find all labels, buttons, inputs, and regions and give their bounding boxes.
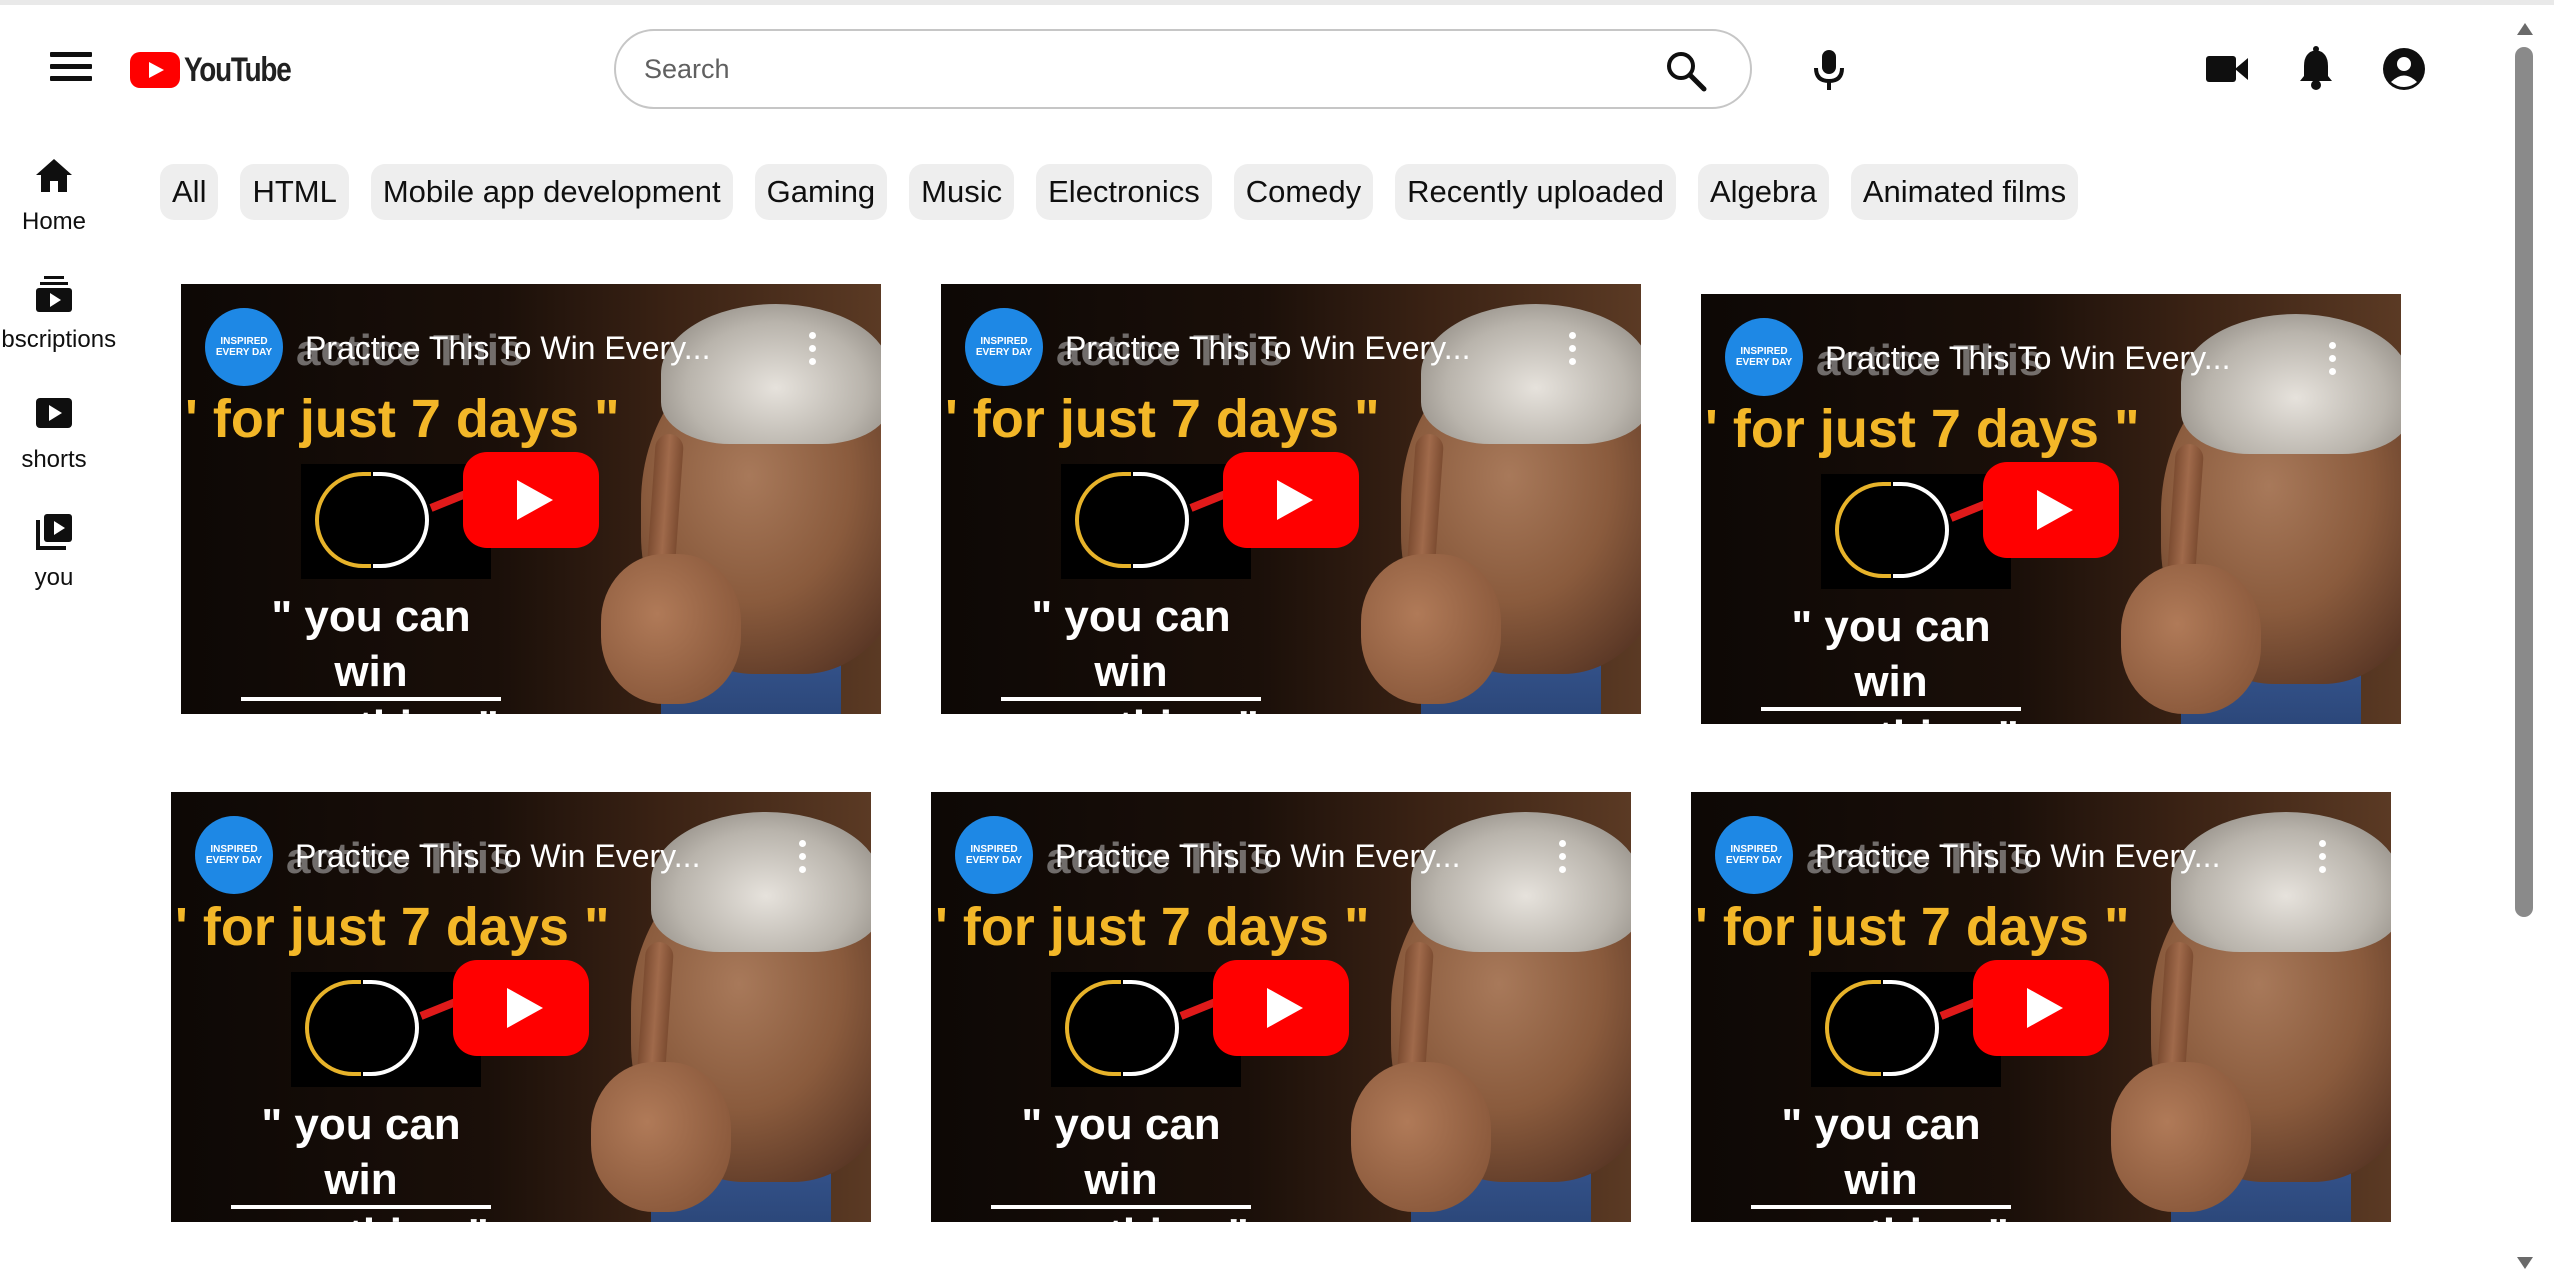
hamburger-menu-icon[interactable] [50,52,92,88]
more-options-icon[interactable] [807,332,817,372]
chip-comedy[interactable]: Comedy [1233,164,1374,220]
account-avatar-icon[interactable] [2382,47,2426,96]
thumbnail-caption-top: ' for just 7 days " [175,897,610,957]
thumbnail-caption-top: ' for just 7 days " [1705,399,2140,459]
channel-avatar[interactable]: INSPIRED EVERY DAY [965,308,1043,386]
thumbnail-caption-bottom: " you can win everything " [1753,1100,2009,1222]
thumbnail-caption-bottom: " you can win everything " [243,592,499,714]
chip-gaming[interactable]: Gaming [754,164,888,220]
channel-avatar[interactable]: INSPIRED EVERY DAY [195,816,273,894]
logo-text: YouTube [184,50,292,89]
more-options-icon[interactable] [797,840,807,880]
video-card[interactable]: actice This INSPIRED EVERY DAY Practice … [1701,294,2401,724]
thumbnail-caption-bottom: " you can win everything " [1763,602,2019,724]
video-title[interactable]: Practice This To Win Every... [1825,340,2295,377]
thumbnail-caption-bottom: " you can win everything " [233,1100,489,1222]
search-input[interactable] [642,52,1596,86]
play-button-icon[interactable] [463,452,599,548]
video-title[interactable]: Practice This To Win Every... [295,838,765,875]
chip-algebra[interactable]: Algebra [1697,164,1829,220]
play-button-icon[interactable] [1983,462,2119,558]
video-card[interactable]: actice This INSPIRED EVERY DAY Practice … [931,792,1631,1222]
scrollbar-thumb[interactable] [2515,47,2533,917]
chip-music[interactable]: Music [909,164,1015,220]
video-title[interactable]: Practice This To Win Every... [1065,330,1535,367]
search-icon[interactable] [1664,49,1708,93]
chip-mobile-app-development[interactable]: Mobile app development [370,164,733,220]
you-library-icon [36,514,72,550]
thumbnail-caption-top: ' for just 7 days " [935,897,1370,957]
sidebar-item-shorts[interactable]: shorts [0,394,108,474]
chip-html[interactable]: HTML [240,164,349,220]
video-title[interactable]: Practice This To Win Every... [305,330,775,367]
play-button-icon[interactable] [453,960,589,1056]
sidebar-label-subscriptions: ubscriptions [0,326,117,353]
youtube-play-logo-icon [130,52,180,88]
scroll-up-arrow-icon[interactable] [2517,23,2533,35]
home-icon [36,159,72,192]
channel-avatar[interactable]: INSPIRED EVERY DAY [1725,318,1803,396]
page-scrollbar[interactable] [2512,5,2554,1280]
play-button-icon[interactable] [1973,960,2109,1056]
microphone-icon[interactable] [1811,48,1847,97]
sidebar-item-you[interactable]: you [0,512,108,592]
sidebar-item-home[interactable]: Home [0,156,108,236]
video-card[interactable]: actice This INSPIRED EVERY DAY Practice … [181,284,881,714]
chip-recently-uploaded[interactable]: Recently uploaded [1395,164,1676,220]
video-card[interactable]: actice This INSPIRED EVERY DAY Practice … [1691,792,2391,1222]
sidebar-item-subscriptions[interactable]: ubscriptions [0,274,117,354]
channel-avatar[interactable]: INSPIRED EVERY DAY [205,308,283,386]
play-button-icon[interactable] [1223,452,1359,548]
more-options-icon[interactable] [2327,342,2337,382]
notifications-bell-icon[interactable] [2298,46,2334,95]
more-options-icon[interactable] [1557,840,1567,880]
subscriptions-icon [36,276,72,312]
chip-animated-films[interactable]: Animated films [1850,164,2079,220]
category-chips: All HTML Mobile app development Gaming M… [160,164,2079,220]
scroll-down-arrow-icon[interactable] [2517,1257,2533,1269]
thumbnail-caption-bottom: " you can win everything " [1003,592,1259,714]
thumbnail-caption-top: ' for just 7 days " [945,389,1380,449]
video-title[interactable]: Practice This To Win Every... [1055,838,1525,875]
video-card[interactable]: actice This INSPIRED EVERY DAY Practice … [941,284,1641,714]
create-video-icon[interactable] [2206,54,2248,89]
sidebar-label-you: you [34,564,74,591]
chip-electronics[interactable]: Electronics [1036,164,1212,220]
channel-avatar[interactable]: INSPIRED EVERY DAY [1715,816,1793,894]
video-title[interactable]: Practice This To Win Every... [1815,838,2285,875]
thumbnail-caption-top: ' for just 7 days " [1695,897,2130,957]
more-options-icon[interactable] [1567,332,1577,372]
sidebar-label-shorts: shorts [21,446,87,473]
video-card[interactable]: actice This INSPIRED EVERY DAY Practice … [171,792,871,1222]
chip-all[interactable]: All [160,164,219,220]
browser-top-edge [0,0,2554,5]
play-button-icon[interactable] [1213,960,1349,1056]
youtube-logo[interactable]: YouTube [130,50,314,90]
more-options-icon[interactable] [2317,840,2327,880]
sidebar-label-home: Home [21,208,87,235]
thumbnail-caption-bottom: " you can win everything " [993,1100,1249,1222]
channel-avatar[interactable]: INSPIRED EVERY DAY [955,816,1033,894]
thumbnail-caption-top: ' for just 7 days " [185,389,620,449]
shorts-icon [36,398,72,428]
search-bar [614,29,1752,109]
